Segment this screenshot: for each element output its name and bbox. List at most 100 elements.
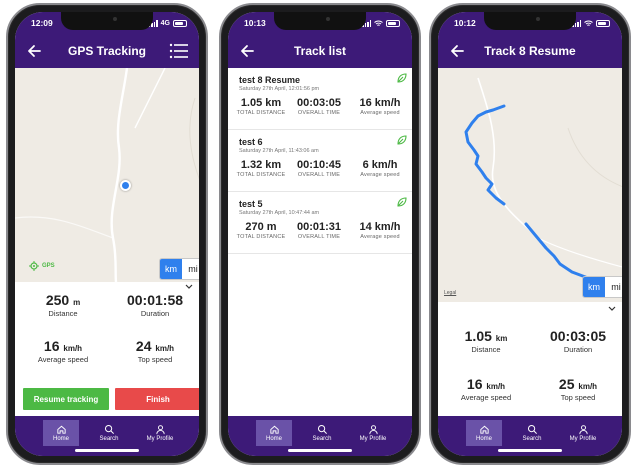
total-distance-label: TOTAL DISTANCE: [236, 234, 286, 240]
track-date: Saturday 27th April, 12:01:56 pm: [239, 86, 320, 92]
map-view[interactable]: GPS km mi: [15, 68, 199, 282]
home-indicator: [75, 449, 139, 452]
stat-distance: 1.05 km Distance: [441, 328, 531, 354]
top-speed-value: 24: [135, 338, 152, 354]
page-title: Track list: [293, 44, 347, 58]
duration-label: Duration: [563, 345, 593, 354]
screen: 12:09 4G GPS Tracking GPS km mi 250 m Di…: [15, 12, 199, 456]
nav-search[interactable]: Search: [304, 420, 340, 446]
stat-duration: 00:01:58 Duration: [110, 292, 199, 318]
stat-average-speed: 16 km/h Average speed: [18, 338, 108, 364]
finish-button[interactable]: Finish: [115, 388, 199, 410]
track-item[interactable]: test 5 Saturday 27th April, 10:47:44 am …: [228, 192, 412, 254]
legal-link[interactable]: Legal: [444, 290, 456, 296]
profile-icon: [578, 425, 588, 435]
nav-search-label: Search: [312, 436, 332, 442]
back-arrow-icon[interactable]: [448, 42, 466, 60]
top-speed-label: Top speed: [137, 355, 173, 364]
unit-mi-button[interactable]: mi: [182, 259, 199, 279]
unit-toggle: km mi: [582, 276, 622, 298]
nav-home-label: Home: [475, 436, 492, 442]
nav-profile[interactable]: My Profile: [562, 420, 604, 446]
battery-icon: [173, 19, 187, 27]
title-bar: Track 8 Resume: [438, 34, 622, 68]
stat-top-speed: 24 km/h Top speed: [110, 338, 199, 364]
duration-label: Duration: [140, 309, 170, 318]
average-speed-label: Average speed: [360, 110, 400, 116]
stats-panel: 1.05 km Distance 00:03:05 Duration 16 km…: [438, 302, 622, 412]
notch: [274, 12, 366, 30]
stat-average-speed: 16 km/h Average speed: [441, 376, 531, 402]
unit-km-button[interactable]: km: [160, 259, 182, 279]
nav-profile[interactable]: My Profile: [139, 420, 181, 446]
network-label: 4G: [160, 19, 170, 27]
location-dot: [120, 180, 131, 191]
track-distance: 1.32 km: [240, 159, 282, 171]
nav-search-label: Search: [99, 436, 119, 442]
track-item[interactable]: test 6 Saturday 27th April, 11:43:06 am …: [228, 130, 412, 192]
leaf-icon: [397, 197, 407, 207]
page-title: GPS Tracking: [67, 44, 147, 58]
home-indicator: [288, 449, 352, 452]
track-time: 00:01:31: [296, 221, 342, 233]
wifi-icon: [374, 20, 383, 26]
track-name: test 8 Resume: [239, 75, 301, 85]
nav-home[interactable]: Home: [466, 420, 502, 446]
duration-value: 00:01:58: [126, 292, 184, 308]
nav-search-label: Search: [522, 436, 542, 442]
gps-label: GPS: [42, 263, 55, 269]
nav-profile-label: My Profile: [146, 436, 174, 442]
track-speed: 6 km/h: [362, 159, 398, 171]
gps-target-icon: [29, 261, 39, 271]
battery-icon: [386, 19, 400, 27]
average-speed-label: Average speed: [360, 172, 400, 178]
duration-value: 00:03:05: [549, 328, 607, 344]
nav-search[interactable]: Search: [514, 420, 550, 446]
track-date: Saturday 27th April, 10:47:44 am: [239, 210, 320, 216]
avg-speed-label: Average speed: [460, 393, 512, 402]
top-speed-value: 25: [558, 376, 575, 392]
distance-unit: m: [73, 298, 81, 307]
overall-time-label: OVERALL TIME: [297, 110, 341, 116]
chevron-down-icon[interactable]: [608, 306, 616, 312]
stat-duration: 00:03:05 Duration: [533, 328, 622, 354]
nav-search[interactable]: Search: [91, 420, 127, 446]
distance-label: Distance: [471, 345, 501, 354]
top-speed-label: Top speed: [560, 393, 596, 402]
back-arrow-icon[interactable]: [238, 42, 256, 60]
search-icon: [317, 424, 327, 434]
nav-home-label: Home: [265, 436, 282, 442]
bottom-nav: Home Search My Profile: [15, 416, 199, 456]
title-bar: GPS Tracking: [15, 34, 199, 68]
list-menu-icon[interactable]: [169, 42, 189, 60]
home-icon: [56, 425, 66, 434]
avg-speed-value: 16: [466, 376, 483, 392]
nav-home[interactable]: Home: [256, 420, 292, 446]
stat-top-speed: 25 km/h Top speed: [533, 376, 622, 402]
resume-tracking-button[interactable]: Resume tracking: [23, 388, 109, 410]
wifi-icon: [584, 20, 593, 26]
track-time: 00:10:45: [296, 159, 342, 171]
avg-speed-unit: km/h: [63, 344, 83, 353]
phone-track-detail: 10:12 Track 8 Resume Legal km mi 1.05 km…: [429, 3, 631, 465]
unit-km-button[interactable]: km: [583, 277, 605, 297]
nav-home[interactable]: Home: [43, 420, 79, 446]
profile-icon: [368, 425, 378, 435]
chevron-down-icon[interactable]: [185, 284, 193, 290]
map-view[interactable]: Legal km mi: [438, 68, 622, 302]
home-icon: [269, 425, 279, 434]
unit-mi-button[interactable]: mi: [605, 277, 622, 297]
leaf-icon: [397, 135, 407, 145]
title-bar: Track list: [228, 34, 412, 68]
home-icon: [479, 425, 489, 434]
unit-toggle: km mi: [159, 258, 199, 280]
track-item[interactable]: test 8 Resume Saturday 27th April, 12:01…: [228, 68, 412, 130]
total-distance-label: TOTAL DISTANCE: [236, 110, 286, 116]
bottom-nav: Home Search My Profile: [438, 416, 622, 456]
average-speed-label: Average speed: [360, 234, 400, 240]
nav-profile[interactable]: My Profile: [352, 420, 394, 446]
route-line: [464, 104, 610, 296]
back-arrow-icon[interactable]: [25, 42, 43, 60]
map-roads: [15, 68, 199, 282]
map-route: [464, 77, 622, 296]
